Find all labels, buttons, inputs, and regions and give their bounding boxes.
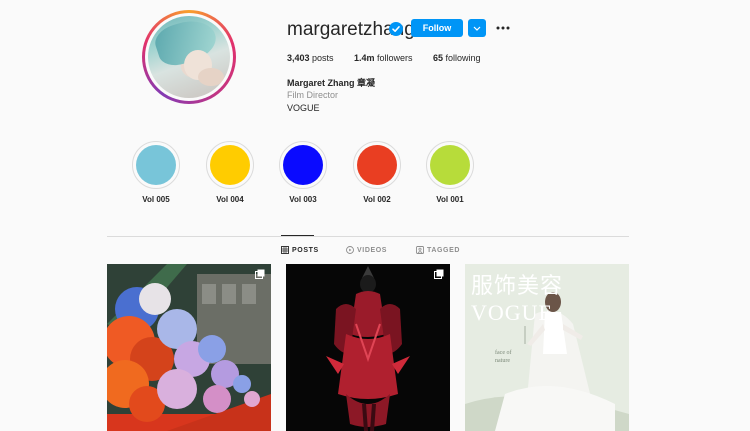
highlight-ring bbox=[132, 141, 180, 189]
followers-count[interactable]: 1.4m followers bbox=[354, 53, 413, 63]
story-highlight[interactable]: Vol 002 bbox=[353, 141, 401, 204]
highlight-ring bbox=[206, 141, 254, 189]
multiple-posts-icon bbox=[255, 269, 265, 279]
svg-text:face of: face of bbox=[495, 349, 512, 356]
highlight-cover bbox=[430, 145, 470, 185]
highlight-label: Vol 002 bbox=[363, 195, 391, 204]
profile-full-name: Margaret Zhang 章凝 bbox=[287, 78, 376, 88]
followers-value: 1.4m bbox=[354, 53, 375, 63]
story-highlight[interactable]: Vol 003 bbox=[279, 141, 327, 204]
play-icon bbox=[346, 246, 354, 254]
highlight-ring bbox=[279, 141, 327, 189]
highlight-ring bbox=[426, 141, 474, 189]
verified-badge-icon bbox=[389, 22, 403, 36]
suggested-accounts-button[interactable] bbox=[468, 19, 486, 37]
story-highlight[interactable]: Vol 005 bbox=[132, 141, 180, 204]
post-image-floral bbox=[107, 264, 271, 431]
chevron-down-icon bbox=[473, 26, 481, 31]
highlight-cover bbox=[136, 145, 176, 185]
active-tab-indicator bbox=[281, 235, 314, 236]
tab-posts-label: POSTS bbox=[292, 246, 319, 254]
followers-label: followers bbox=[377, 53, 413, 63]
following-count[interactable]: 65 following bbox=[433, 53, 481, 63]
highlight-cover bbox=[357, 145, 397, 185]
profile-category: Film Director bbox=[287, 90, 338, 100]
cover-title: 服饰美容 VOGUE bbox=[471, 273, 564, 325]
highlight-label: Vol 005 bbox=[142, 195, 170, 204]
posts-label: posts bbox=[312, 53, 334, 63]
tab-tagged[interactable]: TAGGED bbox=[416, 246, 460, 254]
following-label: following bbox=[445, 53, 481, 63]
more-options-icon[interactable] bbox=[496, 22, 510, 34]
highlight-label: Vol 003 bbox=[289, 195, 317, 204]
story-highlight[interactable]: Vol 001 bbox=[426, 141, 474, 204]
post-image-gown bbox=[286, 264, 450, 431]
highlight-cover bbox=[283, 145, 323, 185]
avatar-image bbox=[148, 16, 230, 98]
post-thumbnail[interactable] bbox=[286, 264, 450, 431]
highlight-label: Vol 004 bbox=[216, 195, 244, 204]
tab-videos-label: VIDEOS bbox=[357, 246, 388, 254]
follow-button[interactable]: Follow bbox=[411, 19, 463, 37]
svg-text:nature: nature bbox=[495, 358, 510, 364]
avatar-hand bbox=[198, 68, 224, 86]
tab-videos[interactable]: VIDEOS bbox=[346, 246, 387, 254]
posts-value: 3,403 bbox=[287, 53, 310, 63]
profile-bio: VOGUE bbox=[287, 103, 320, 113]
tabs-divider bbox=[107, 236, 629, 237]
post-thumbnail[interactable]: face of nature 服饰美容 VOGUE bbox=[465, 264, 629, 431]
story-highlight[interactable]: Vol 004 bbox=[206, 141, 254, 204]
highlight-label: Vol 001 bbox=[436, 195, 464, 204]
tab-tagged-label: TAGGED bbox=[427, 246, 461, 254]
profile-avatar[interactable] bbox=[142, 10, 236, 104]
multiple-posts-icon bbox=[434, 269, 444, 279]
avatar-frame bbox=[145, 13, 233, 101]
tag-icon bbox=[416, 246, 424, 254]
following-value: 65 bbox=[433, 53, 444, 63]
posts-count: 3,403 posts bbox=[287, 53, 334, 63]
highlight-ring bbox=[353, 141, 401, 189]
post-thumbnail[interactable] bbox=[107, 264, 271, 431]
grid-icon bbox=[281, 246, 289, 254]
highlight-cover bbox=[210, 145, 250, 185]
tab-posts[interactable]: POSTS bbox=[281, 246, 319, 254]
